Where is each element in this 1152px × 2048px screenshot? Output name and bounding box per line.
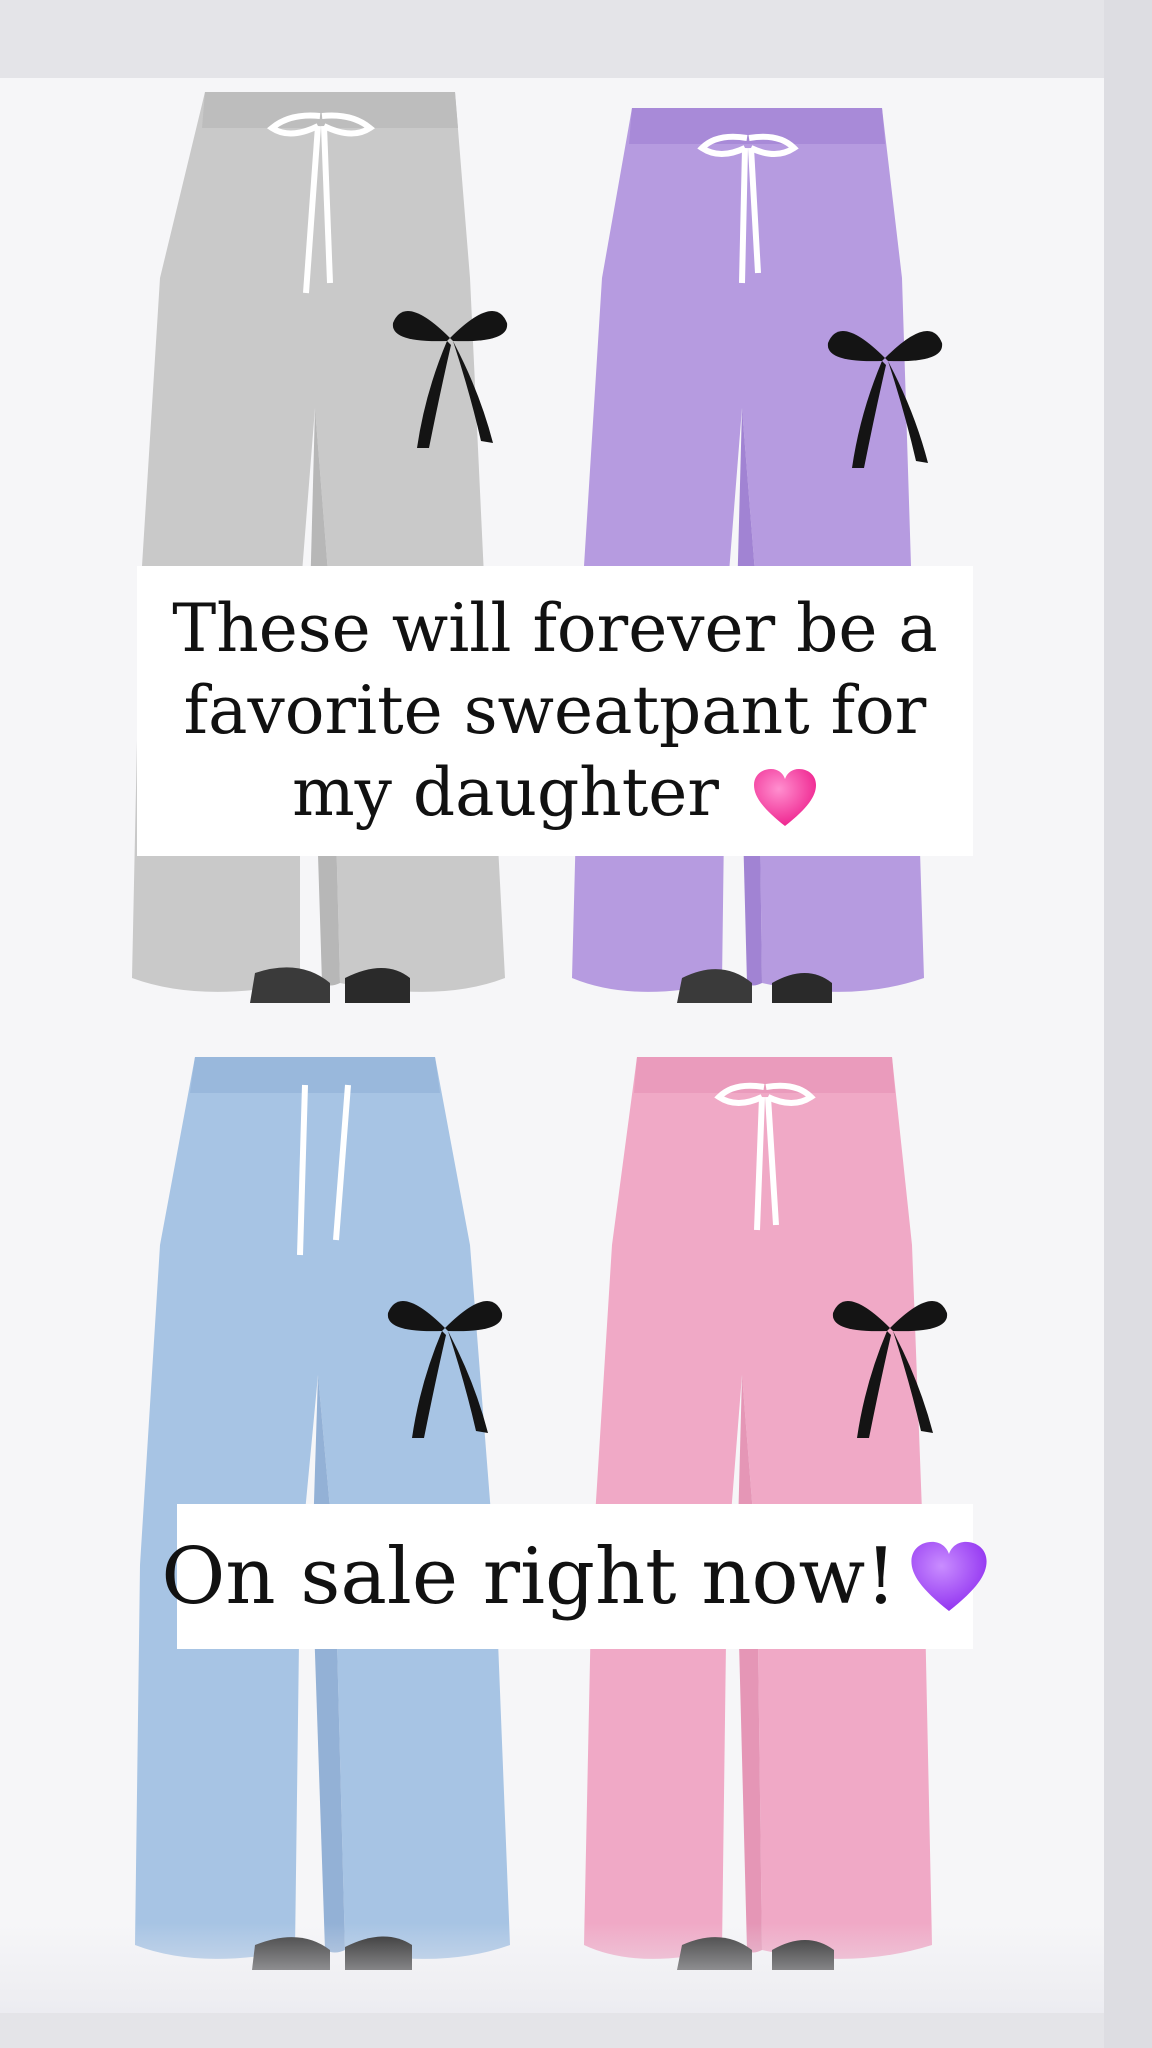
bow-icon (392, 311, 508, 448)
bow-icon (832, 1301, 948, 1438)
story-frame: These will forever be a favorite sweatpa… (0, 78, 1104, 2013)
caption-favorite-text: These will forever be a favorite sweatpa… (172, 590, 938, 831)
product-image-grey-sweatpants[interactable] (0, 78, 552, 1045)
bow-icon (387, 1301, 503, 1438)
caption-on-sale: On sale right now! (161, 1504, 987, 1649)
caption-favorite: These will forever be a favorite sweatpa… (137, 566, 973, 856)
caption-on-sale-text: On sale right now! (161, 1531, 897, 1622)
pink-heart-icon (752, 768, 818, 828)
bow-icon (827, 331, 943, 468)
right-rail (1104, 0, 1152, 2048)
product-image-purple-sweatpants[interactable] (552, 78, 1104, 1045)
bottom-fade (0, 1923, 1104, 2013)
purple-heart-icon (909, 1540, 989, 1614)
